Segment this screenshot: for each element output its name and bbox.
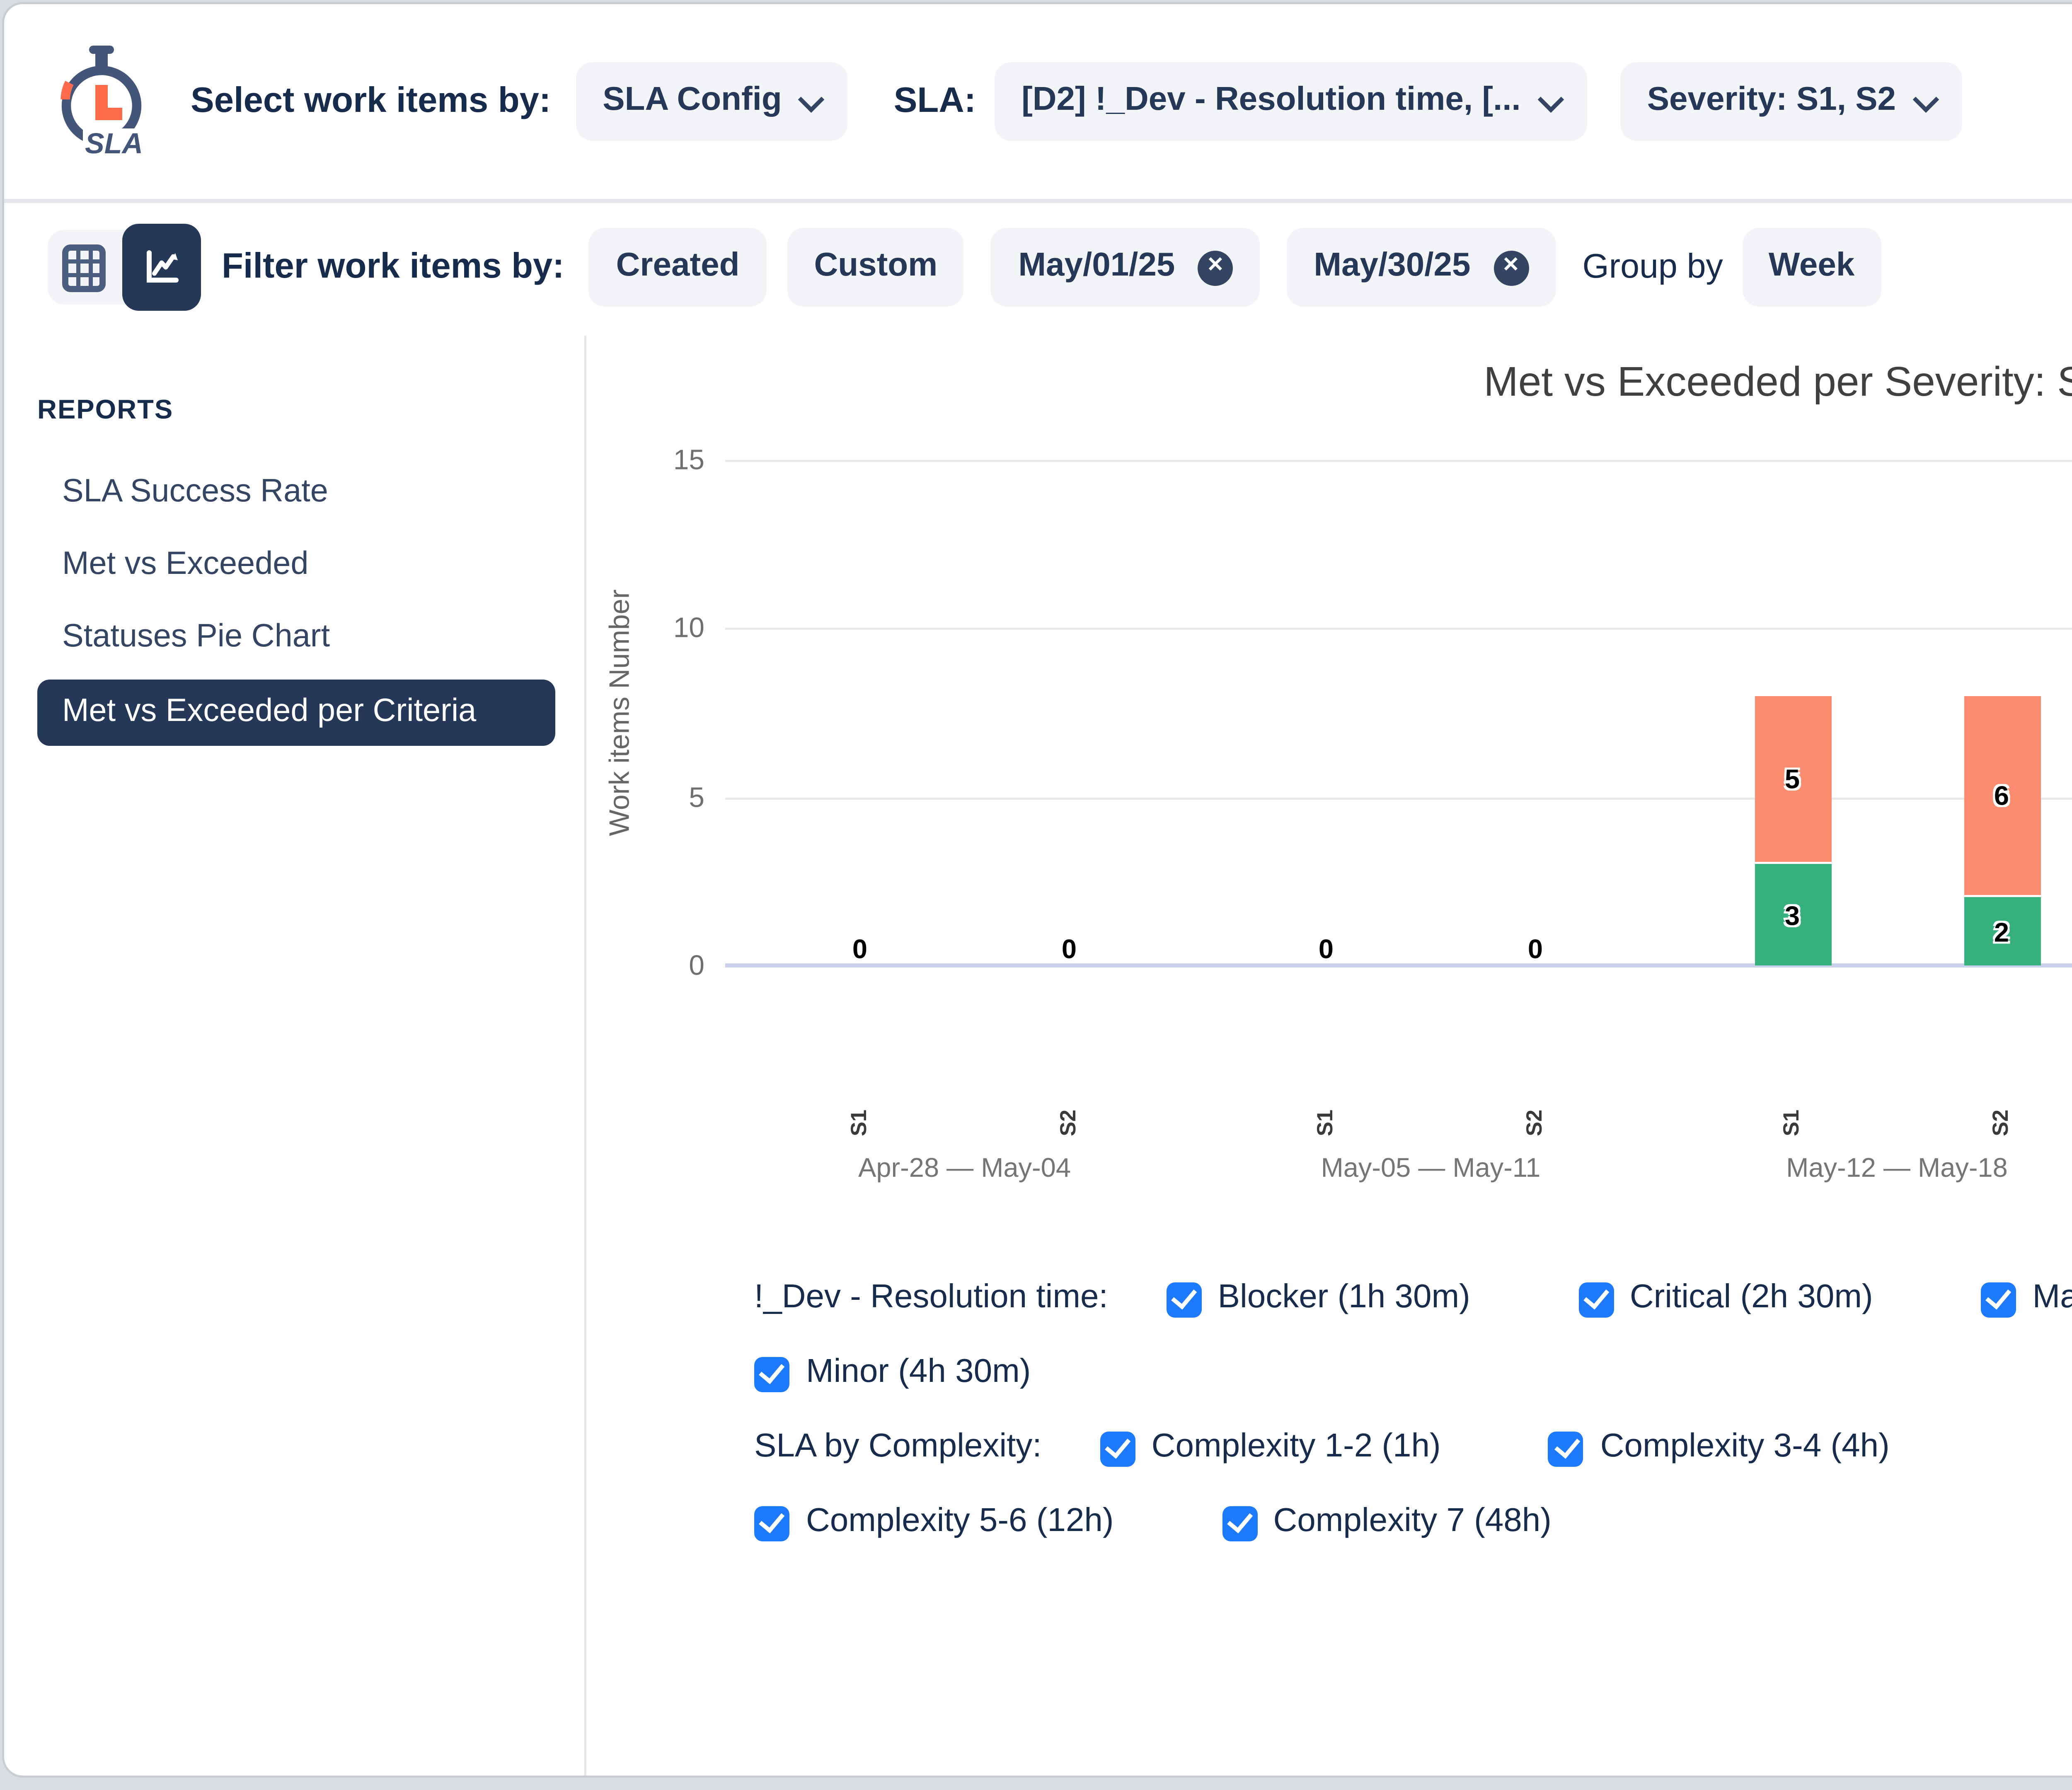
x-category-label-s2: S2	[1989, 1110, 2014, 1136]
x-week-label: May-12 — May-18	[1786, 1152, 2008, 1183]
bar-value-exceeded: 5	[1785, 763, 1800, 794]
x-category-label-s1: S1	[1314, 1110, 1339, 1136]
bar-value-met: 2	[1994, 916, 2009, 947]
filter-group-2: SLA by Complexity: Complexity 1-2 (1h) Com…	[754, 1421, 2072, 1550]
bar-value-zero: 0	[1319, 934, 1334, 965]
checkbox-checked-icon[interactable]	[1981, 1282, 2016, 1317]
y-tick-label: 10	[630, 613, 704, 644]
x-category-label-s2: S2	[1057, 1110, 1082, 1136]
gridline-15	[725, 460, 2072, 462]
sla-filters: !_Dev - Resolution time: Blocker (1h 30m)…	[754, 1272, 2072, 1550]
checkbox-label: Complexity 5-6 (12h)	[806, 1504, 1114, 1541]
x-category-label-s1: S1	[1780, 1110, 1805, 1136]
stage: SLA Select work items by: SLA Config SLA…	[0, 0, 2072, 1790]
app-window: SLA Select work items by: SLA Config SLA…	[2, 2, 2072, 1778]
y-tick-label: 5	[630, 781, 704, 813]
checkbox-option[interactable]: Critical (2h 30m)	[1578, 1272, 1873, 1326]
checkbox-checked-icon[interactable]	[1222, 1505, 1257, 1541]
y-tick-label: 0	[630, 950, 704, 981]
x-category-label-s2: S2	[1523, 1110, 1548, 1136]
x-category-label-s1: S1	[847, 1110, 872, 1136]
checkbox-checked-icon[interactable]	[1549, 1431, 1584, 1466]
y-tick-label: 15	[630, 445, 704, 476]
checkbox-checked-icon[interactable]	[1578, 1282, 1613, 1317]
checkbox-label: Critical (2h 30m)	[1630, 1280, 1873, 1318]
filter-group-1: !_Dev - Resolution time: Blocker (1h 30m)…	[754, 1272, 2072, 1401]
checkbox-option[interactable]: Major (3h 30m)	[1981, 1272, 2072, 1326]
filter-group-label: SLA by Complexity:	[754, 1430, 1042, 1467]
x-week-label: Apr-28 — May-04	[858, 1152, 1071, 1183]
filter-group-label: !_Dev - Resolution time:	[754, 1280, 1108, 1318]
checkbox-label: Complexity 1-2 (1h)	[1152, 1430, 1441, 1467]
checkbox-checked-icon[interactable]	[1100, 1431, 1135, 1466]
checkbox-label: Major (3h 30m)	[2033, 1280, 2072, 1318]
checkbox-label: Complexity 3-4 (4h)	[1600, 1430, 1890, 1467]
gridline-5	[725, 797, 2072, 799]
gridline-0	[725, 963, 2072, 968]
checkbox-label: Minor (4h 30m)	[806, 1355, 1031, 1392]
checkbox-checked-icon[interactable]	[754, 1356, 789, 1391]
checkbox-option[interactable]: Complexity 5-6 (12h)	[754, 1496, 1114, 1550]
checkbox-label: Complexity 7 (48h)	[1273, 1504, 1552, 1541]
checkbox-checked-icon[interactable]	[754, 1505, 789, 1541]
x-week-label: May-05 — May-11	[1321, 1152, 1541, 1183]
checkbox-label: Blocker (1h 30m)	[1218, 1280, 1470, 1318]
checkbox-option[interactable]: Minor (4h 30m)	[754, 1347, 1031, 1401]
checkbox-option[interactable]: Complexity 7 (48h)	[1222, 1496, 1552, 1550]
bar-value-zero: 0	[852, 934, 867, 965]
bar-value-zero: 0	[1062, 934, 1077, 965]
bar-value-met: 3	[1785, 900, 1800, 931]
checkbox-option[interactable]: Blocker (1h 30m)	[1166, 1272, 1470, 1326]
checkbox-checked-icon[interactable]	[1166, 1282, 1201, 1317]
bar-value-zero: 0	[1528, 934, 1543, 965]
checkbox-option[interactable]: Complexity 1-2 (1h)	[1100, 1421, 1441, 1475]
checkbox-option[interactable]: Complexity 3-4 (4h)	[1549, 1421, 1890, 1475]
bar-value-exceeded: 6	[1994, 780, 2009, 811]
gridline-10	[725, 629, 2072, 631]
